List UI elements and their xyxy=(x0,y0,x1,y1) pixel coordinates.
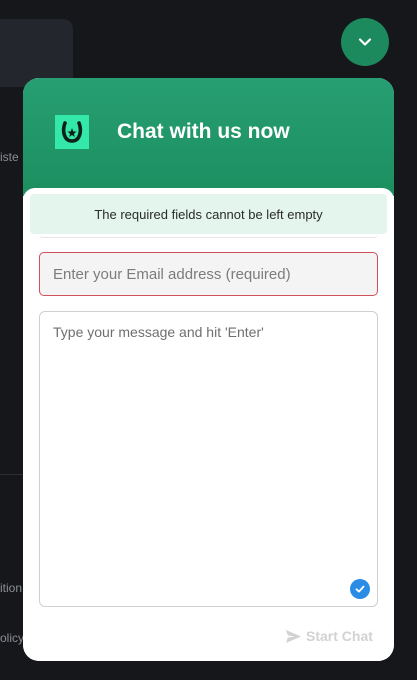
horseshoe-icon xyxy=(61,121,83,143)
background-text: olicy xyxy=(0,631,25,645)
check-badge xyxy=(350,579,370,599)
chat-form: The required fields cannot be left empty… xyxy=(23,188,394,661)
send-icon xyxy=(286,629,301,643)
message-input[interactable] xyxy=(39,311,378,607)
validation-notice: The required fields cannot be left empty xyxy=(30,194,387,234)
background-divider xyxy=(0,474,24,475)
start-chat-button[interactable]: Start Chat xyxy=(285,628,373,644)
notice-shadow xyxy=(39,234,378,238)
email-field[interactable] xyxy=(39,252,378,296)
chat-title: Chat with us now xyxy=(117,120,290,143)
check-icon xyxy=(355,585,365,593)
start-chat-label: Start Chat xyxy=(306,628,373,644)
chat-header: Chat with us now xyxy=(23,78,394,196)
background-text: ition xyxy=(0,581,23,595)
chevron-down-icon xyxy=(358,38,372,46)
background-card xyxy=(0,19,73,87)
brand-logo xyxy=(55,115,89,149)
chat-toggle-button[interactable] xyxy=(341,18,389,66)
chat-widget: Chat with us now The required fields can… xyxy=(23,78,394,661)
background-text: iste xyxy=(0,150,19,164)
